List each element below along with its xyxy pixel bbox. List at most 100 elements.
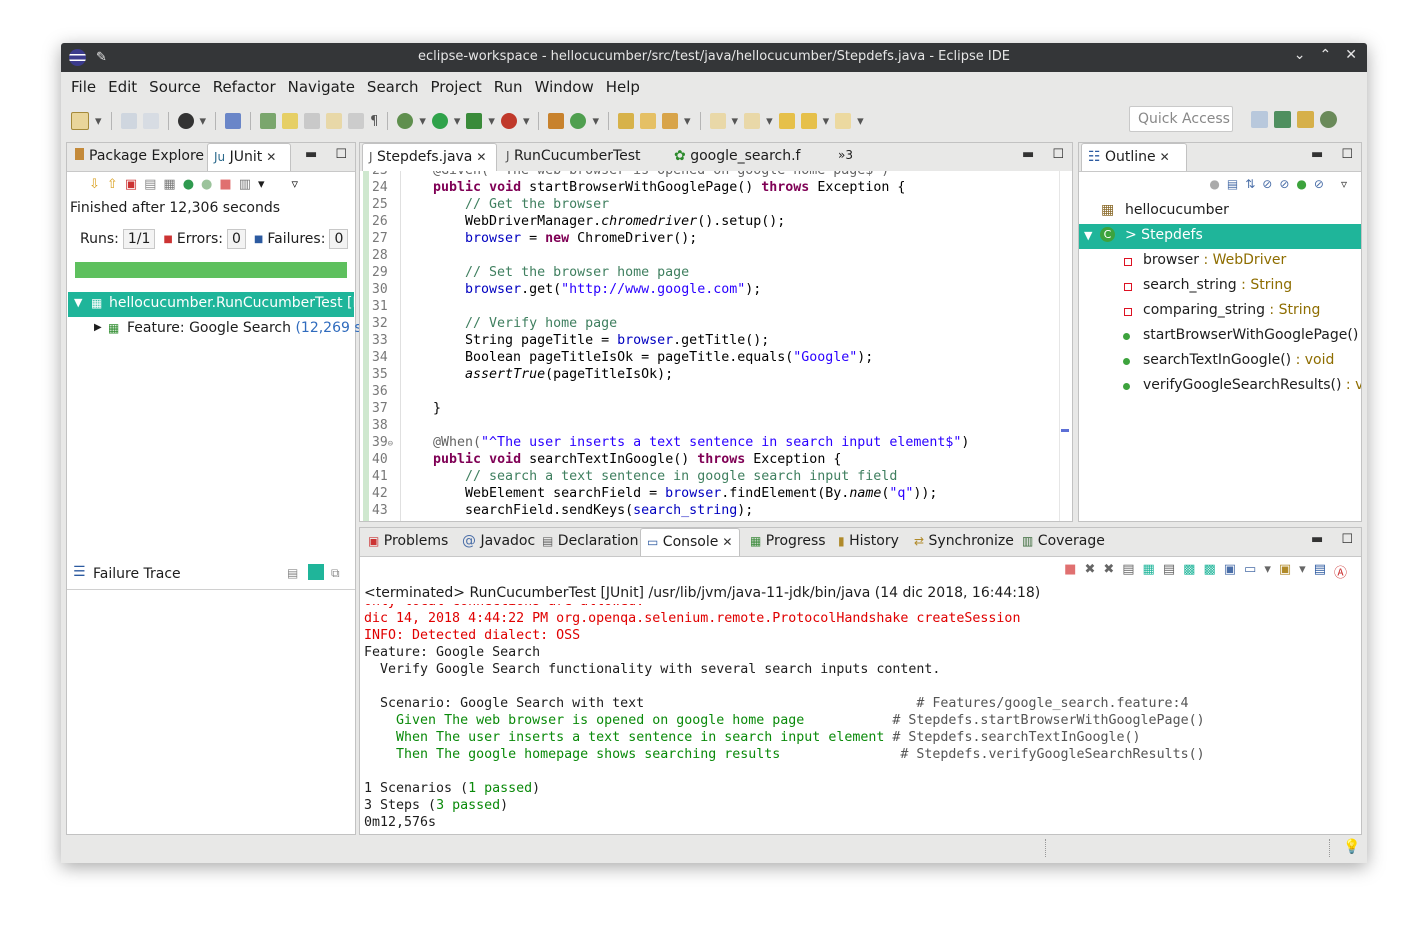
last-edit-icon[interactable] bbox=[778, 113, 795, 129]
history-icon[interactable]: ▥ bbox=[239, 177, 251, 192]
quick-access-input[interactable]: Quick Access bbox=[1129, 106, 1233, 132]
close-icon[interactable]: ✕ bbox=[266, 150, 276, 164]
show-stdout-icon[interactable]: ▩ bbox=[1183, 562, 1195, 581]
show-failures-only-icon[interactable]: ▣ bbox=[125, 177, 137, 192]
outline-package[interactable]: ▦ hellocucumber bbox=[1079, 199, 1361, 224]
debug-perspective-icon[interactable] bbox=[1320, 111, 1337, 128]
tab-coverage[interactable]: ▥ Coverage bbox=[1016, 528, 1111, 556]
open-console-icon[interactable]: ▤ bbox=[1314, 562, 1326, 581]
chevron-down-icon[interactable]: ▾ bbox=[766, 114, 773, 129]
previous-annotation-icon[interactable] bbox=[744, 113, 761, 129]
git-perspective-icon[interactable] bbox=[1297, 111, 1314, 128]
menu-edit[interactable]: Edit bbox=[102, 78, 143, 96]
coverage-icon[interactable] bbox=[466, 113, 483, 129]
close-icon[interactable]: ✕ bbox=[1160, 150, 1170, 164]
rerun-failed-icon[interactable]: ● bbox=[201, 177, 212, 192]
menu-navigate[interactable]: Navigate bbox=[282, 78, 361, 96]
menu-file[interactable]: File bbox=[65, 78, 102, 96]
tab-synchronize[interactable]: ⇄ Synchronize bbox=[908, 528, 1020, 556]
scroll-lock-icon[interactable]: ▤ bbox=[144, 177, 156, 192]
terminate-icon[interactable]: ■ bbox=[1064, 562, 1076, 581]
search-icon[interactable] bbox=[662, 113, 678, 129]
hide-fields-icon[interactable]: ⊘ bbox=[1262, 177, 1272, 191]
account-icon[interactable] bbox=[177, 113, 194, 129]
tab-progress[interactable]: ▦ Progress bbox=[744, 528, 832, 556]
minimize-icon[interactable]: ▬ bbox=[1311, 532, 1323, 547]
minimize-icon[interactable]: ▬ bbox=[1022, 147, 1034, 162]
collapse-icon[interactable]: ▼ bbox=[74, 296, 82, 309]
outline-member[interactable]: comparing_string : String bbox=[1079, 299, 1361, 324]
tab-javadoc[interactable]: @ Javadoc bbox=[456, 528, 541, 556]
tab-runcucumbertest[interactable]: J RunCucumberTest bbox=[500, 143, 647, 171]
maximize-icon[interactable]: ☐ bbox=[1341, 532, 1353, 547]
layout-icon[interactable]: ▦ bbox=[163, 177, 175, 192]
clear-console-icon[interactable]: ▤ bbox=[1122, 562, 1134, 581]
save-all-icon[interactable] bbox=[142, 113, 159, 129]
menu-project[interactable]: Project bbox=[424, 78, 487, 96]
outline-member[interactable]: browser : WebDriver bbox=[1079, 249, 1361, 274]
minimize-window-icon[interactable]: ⌄ bbox=[1294, 47, 1306, 63]
forward-icon[interactable] bbox=[835, 113, 852, 129]
collapse-all-icon[interactable]: ▤ bbox=[1227, 177, 1238, 191]
maximize-window-icon[interactable]: ⌃ bbox=[1320, 47, 1332, 63]
save-icon[interactable] bbox=[120, 113, 137, 129]
previous-failure-icon[interactable]: ⇧ bbox=[107, 177, 118, 192]
minimize-icon[interactable]: ▬ bbox=[1311, 147, 1323, 162]
minimize-icon[interactable]: ▬ bbox=[305, 147, 317, 162]
tab-package-explorer[interactable]: Package Explore bbox=[69, 143, 210, 171]
maximize-icon[interactable]: ☐ bbox=[335, 147, 347, 162]
overview-ruler-marker[interactable] bbox=[1061, 429, 1069, 432]
tab-console[interactable]: ▭ Console ✕ bbox=[640, 528, 740, 556]
external-tools-icon[interactable] bbox=[500, 113, 517, 129]
open-perspective-icon[interactable] bbox=[1251, 111, 1268, 128]
chevron-down-icon[interactable]: ▾ bbox=[1264, 562, 1271, 581]
chevron-down-icon[interactable]: ▾ bbox=[419, 114, 426, 129]
show-whitespace-icon[interactable] bbox=[348, 113, 365, 129]
debug-icon[interactable] bbox=[397, 113, 414, 129]
open-type-icon[interactable] bbox=[618, 113, 634, 129]
remove-all-icon[interactable]: ✖ bbox=[1103, 562, 1114, 581]
collapse-icon[interactable]: ▼ bbox=[1084, 229, 1092, 242]
remove-launch-icon[interactable]: ✖ bbox=[1084, 562, 1095, 581]
mark-occurrences-icon[interactable] bbox=[282, 113, 299, 129]
tab-declaration[interactable]: ▤ Declaration bbox=[536, 528, 645, 556]
close-window-icon[interactable]: ✕ bbox=[1345, 47, 1357, 63]
tab-junit[interactable]: Ju JUnit ✕ bbox=[207, 143, 291, 171]
chevron-down-icon[interactable]: ▾ bbox=[523, 114, 530, 129]
view-menu-icon[interactable]: ▿ bbox=[1341, 177, 1347, 191]
console-output[interactable]: Only local connections are allowed. dic … bbox=[360, 604, 1361, 834]
tip-lightbulb-icon[interactable]: 💡 bbox=[1343, 839, 1360, 855]
close-icon[interactable]: ✕ bbox=[476, 150, 486, 164]
menu-window[interactable]: Window bbox=[529, 78, 600, 96]
scroll-lock-icon[interactable]: ▦ bbox=[1143, 562, 1155, 581]
menu-refactor[interactable]: Refactor bbox=[207, 78, 282, 96]
hide-local-types-icon[interactable]: ⊘ bbox=[1314, 177, 1324, 191]
block-selection-icon[interactable] bbox=[304, 113, 321, 129]
back-icon[interactable] bbox=[800, 113, 817, 129]
run-icon[interactable] bbox=[431, 113, 448, 129]
chevron-down-icon[interactable]: ▾ bbox=[200, 114, 207, 129]
chevron-down-icon[interactable]: ▾ bbox=[95, 114, 102, 129]
next-annotation-icon[interactable] bbox=[709, 113, 726, 129]
tab-outline[interactable]: ☷ Outline ✕ bbox=[1081, 143, 1187, 171]
show-stderr-icon[interactable]: ▩ bbox=[1203, 562, 1215, 581]
next-failure-icon[interactable]: ⇩ bbox=[89, 177, 100, 192]
outline-member[interactable]: verifyGoogleSearchResults() : voi bbox=[1079, 374, 1361, 399]
sort-icon[interactable]: ⇅ bbox=[1245, 177, 1255, 191]
word-wrap-icon[interactable] bbox=[326, 113, 343, 129]
chevron-down-icon[interactable]: ▾ bbox=[857, 114, 864, 129]
java-perspective-icon[interactable] bbox=[1274, 111, 1291, 128]
chevron-down-icon[interactable]: ▾ bbox=[454, 114, 461, 129]
tree-row-suite[interactable]: ▼ ▦ hellocucumber.RunCucumberTest [R bbox=[68, 292, 354, 317]
tab-overflow[interactable]: »3 bbox=[832, 143, 859, 171]
outline-member[interactable]: startBrowserWithGooglePage() : bbox=[1079, 324, 1361, 349]
maximize-icon[interactable]: ☐ bbox=[1052, 147, 1064, 162]
stop-icon[interactable]: ■ bbox=[219, 177, 231, 192]
outline-class[interactable]: ▼ C > Stepdefs bbox=[1079, 224, 1361, 249]
pilcrow-icon[interactable]: ¶ bbox=[370, 114, 378, 129]
view-menu-icon[interactable]: ▿ bbox=[292, 177, 299, 192]
hide-static-icon[interactable]: ⊘ bbox=[1279, 177, 1289, 191]
maximize-icon[interactable]: ☐ bbox=[1341, 147, 1353, 162]
open-task-icon[interactable] bbox=[640, 113, 656, 129]
menu-search[interactable]: Search bbox=[361, 78, 425, 96]
